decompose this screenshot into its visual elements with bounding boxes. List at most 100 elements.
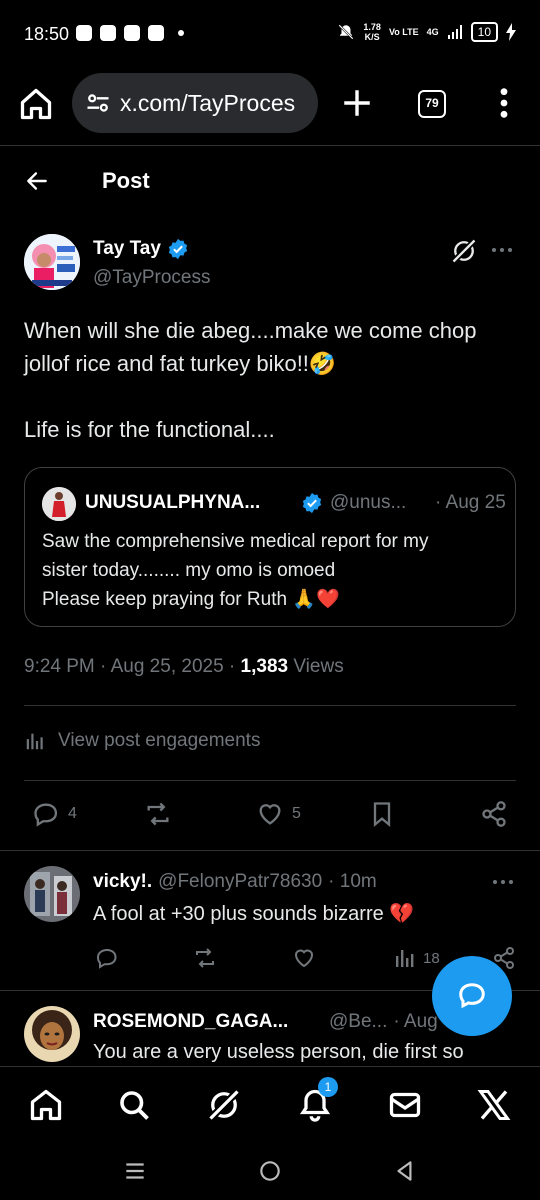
reply-avatar[interactable] [24, 866, 80, 922]
signal-icon [447, 25, 462, 39]
net-speed: 1.78 K/S [363, 22, 381, 42]
reply-text: A fool at +30 plus sounds bizarre 💔 [93, 903, 415, 925]
grok-icon[interactable] [450, 237, 478, 265]
divider [0, 145, 540, 146]
new-tab-icon[interactable] [340, 86, 374, 120]
post-text-line: When will she die abeg....make we come c… [24, 318, 477, 376]
quoted-post-text: Saw the comprehensive medical report for… [42, 527, 502, 614]
recents-icon[interactable] [122, 1158, 148, 1184]
tab-switcher-button[interactable]: 79 [418, 90, 446, 118]
more-options-icon[interactable] [488, 238, 516, 262]
back-triangle-icon[interactable] [392, 1158, 418, 1184]
divider [24, 780, 516, 781]
bottom-navigation: 1 [0, 1066, 540, 1142]
youtube-icon [100, 25, 116, 41]
repost-icon [196, 948, 214, 968]
mute-icon [338, 24, 354, 40]
page-title: Post [102, 168, 150, 193]
notification-icons [76, 25, 184, 41]
reply-views-count: 18 [423, 949, 440, 967]
analytics-icon [26, 733, 43, 750]
url-text: x.com/TayProces [120, 89, 296, 116]
timestamp-text: 9:24 PM · Aug 25, 2025 · [24, 656, 241, 677]
reply-count: 4 [68, 805, 77, 822]
messages-icon[interactable] [387, 1087, 423, 1123]
repost-icon [147, 802, 169, 826]
reply-author-name[interactable]: vicky!. [93, 871, 152, 893]
like-count: 5 [292, 805, 301, 822]
analytics-icon [396, 950, 414, 967]
snapchat-icon [124, 25, 140, 41]
quoted-text-line: Please keep praying for Ruth 🙏❤️ [42, 589, 340, 610]
status-indicators: 1.78 K/S Vo LTE 4G 10 [337, 22, 516, 42]
author-handle[interactable]: @TayProcess [93, 267, 211, 289]
grok-nav-icon[interactable] [206, 1087, 242, 1123]
quoted-author-handle: @unus... [330, 492, 407, 513]
notification-badge: 1 [318, 1077, 338, 1097]
reply-reply-button[interactable] [95, 946, 119, 970]
battery-indicator: 10 [470, 22, 498, 42]
search-icon[interactable] [116, 1087, 152, 1123]
bookmark-icon [373, 802, 391, 827]
heart-icon [294, 949, 314, 968]
home-icon[interactable] [18, 86, 54, 122]
post-header: Post [0, 148, 540, 214]
system-navigation-bar [0, 1142, 540, 1200]
views-label: Views [288, 656, 344, 677]
share-button[interactable] [480, 800, 508, 828]
reply-header: ROSEMOND_GAGA... @Be... · Aug [93, 1011, 438, 1033]
reply-views-button[interactable]: 18 [393, 946, 440, 970]
quoted-post[interactable]: UNUSUALPHYNA... @unus... · Aug 25 Saw th… [24, 467, 516, 627]
status-time: 18:50 [24, 24, 70, 44]
more-options-icon[interactable] [490, 872, 516, 892]
post-actions: 4 5 [0, 798, 540, 834]
verified-badge-icon [168, 238, 188, 260]
reply-repost-button[interactable] [193, 946, 217, 970]
reply-time: · 10m [328, 871, 377, 892]
reply-button[interactable]: 4 [32, 800, 77, 828]
site-settings-icon[interactable] [84, 89, 112, 117]
reply-avatar[interactable] [24, 1006, 80, 1062]
view-engagements-link[interactable]: View post engagements [24, 730, 260, 752]
reply-author-name[interactable]: ROSEMOND_GAGA... [93, 1011, 313, 1033]
home-circle-icon[interactable] [257, 1158, 283, 1184]
reply-like-button[interactable] [292, 946, 316, 970]
address-bar[interactable]: x.com/TayProces [72, 73, 318, 133]
quoted-author-name: UNUSUALPHYNA... [85, 492, 261, 513]
post-text-line: Life is for the functional.... [24, 417, 275, 442]
browser-menu-icon[interactable] [490, 86, 518, 120]
app-notification-icon [76, 25, 92, 41]
reply-time: · Aug [393, 1011, 438, 1032]
author-avatar[interactable] [24, 234, 80, 290]
views-count: 1,383 [240, 656, 289, 677]
verified-badge-icon [302, 492, 322, 514]
divider [0, 850, 540, 851]
x-logo-icon[interactable] [476, 1087, 512, 1123]
repost-button[interactable] [144, 800, 172, 828]
bookmark-button[interactable] [368, 800, 396, 828]
chat-bubble-icon [459, 983, 485, 1009]
quoted-text-line: Saw the comprehensive medical report for… [42, 531, 429, 552]
author-name[interactable]: Tay Tay [93, 238, 189, 260]
status-bar: 18:50 1.78 K/S Vo LTE 4G 10 [0, 0, 540, 70]
reply-icon [96, 948, 117, 969]
reply-header: vicky!. @FelonyPatr78630 · 10m [93, 871, 377, 893]
reply-icon [34, 803, 58, 827]
back-arrow-icon[interactable] [24, 168, 50, 194]
volte-label: Vo LTE [388, 27, 419, 37]
browser-toolbar: x.com/TayProces 79 [0, 70, 540, 140]
more-notifications-dot-icon [178, 30, 184, 36]
share-icon [482, 801, 506, 827]
post-timestamp: 9:24 PM · Aug 25, 2025 · 1,383 Views [24, 656, 344, 678]
quoted-author-avatar [42, 487, 76, 521]
reply-author-handle[interactable]: @FelonyPatr78630 [158, 871, 322, 893]
charging-icon [506, 23, 516, 41]
home-nav-icon[interactable] [28, 1087, 64, 1123]
post-text: When will she die abeg....make we come c… [24, 314, 516, 446]
reply-text: You are a very useless person, die first… [93, 1041, 464, 1063]
signal-label: 4G [426, 27, 439, 37]
quoted-text-line: sister today........ my omo is omoed [42, 560, 336, 581]
grok-chat-fab[interactable] [432, 956, 512, 1036]
like-button[interactable]: 5 [256, 800, 301, 828]
reply-author-handle[interactable]: @Be... [329, 1011, 387, 1033]
